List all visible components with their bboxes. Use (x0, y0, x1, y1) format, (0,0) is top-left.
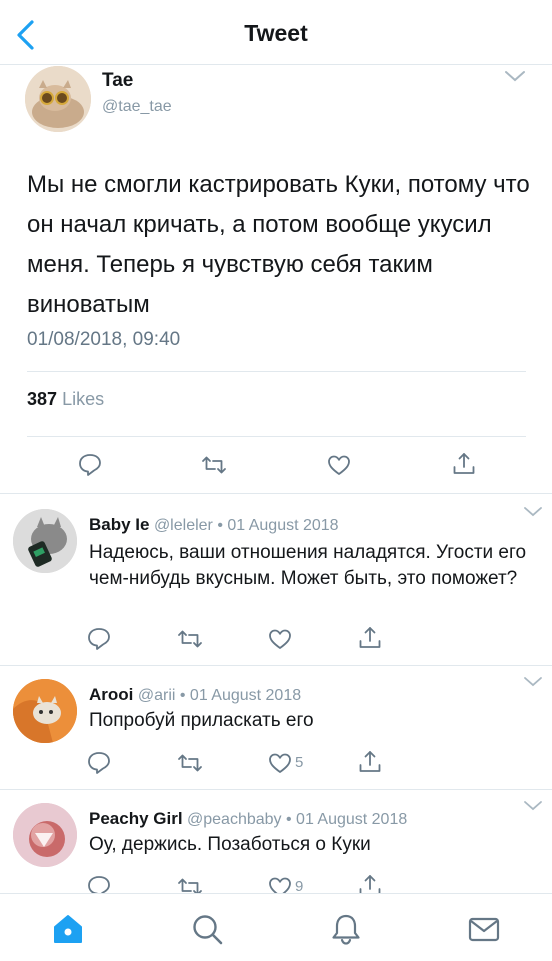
share-icon[interactable] (451, 451, 477, 477)
reply-icon[interactable] (77, 452, 103, 478)
notifications-icon[interactable] (329, 912, 363, 946)
top-bar: Tweet (0, 0, 552, 65)
cat-photo-image (13, 509, 77, 573)
search-icon[interactable] (190, 912, 224, 946)
divider (27, 436, 526, 437)
avatar[interactable] (25, 66, 91, 132)
reply-meta: @arii • 01 August 2018 (137, 687, 302, 704)
peach-photo-image (13, 803, 77, 867)
reply-text: Попробуй приласкать его (89, 710, 314, 731)
home-icon[interactable] (51, 912, 85, 946)
tab-bar (0, 893, 552, 961)
divider (0, 789, 552, 790)
cat-photo-image (25, 66, 91, 132)
chevron-down-icon[interactable] (523, 799, 543, 813)
share-icon[interactable] (357, 625, 383, 651)
tweet-timestamp: 01/08/2018, 09:40 (27, 329, 181, 350)
share-icon[interactable] (357, 749, 383, 775)
chevron-down-icon[interactable] (523, 505, 543, 519)
page-title: Tweet (244, 20, 308, 46)
reply-author-name[interactable]: Arooi (89, 685, 133, 704)
like-icon[interactable] (267, 750, 293, 776)
retweet-icon[interactable] (177, 626, 203, 652)
reply-text: Надеюсь, ваши отношения наладятся. Угост… (89, 542, 527, 589)
avatar[interactable] (13, 803, 77, 867)
reply-meta: @leleler • 01 August 2018 (153, 517, 339, 534)
likes-label: Likes (62, 389, 105, 409)
reply-author-name[interactable]: Peachy Girl (89, 809, 183, 828)
likes-number: 387 (27, 389, 58, 409)
author-name[interactable]: Tae (102, 70, 133, 92)
reply-author-name[interactable]: Baby Ie (89, 515, 149, 534)
cat-photo-image (13, 679, 77, 743)
messages-icon[interactable] (467, 912, 501, 946)
reply-text: Оу, держись. Позаботься о Куки (89, 834, 371, 855)
retweet-icon[interactable] (177, 750, 203, 776)
reply-header: Baby Ie @leleler • 01 August 2018 (89, 515, 339, 535)
reply-header: Peachy Girl @peachbaby • 01 August 2018 (89, 809, 407, 829)
tweet-text: Мы не смогли кастрировать Куки, потому ч… (27, 171, 530, 318)
divider (27, 371, 526, 372)
like-icon[interactable] (267, 626, 293, 652)
reply-icon[interactable] (86, 626, 112, 652)
chevron-down-icon[interactable] (504, 68, 526, 84)
reply-meta: @peachbaby • 01 August 2018 (187, 811, 408, 828)
reply-icon[interactable] (86, 750, 112, 776)
divider (0, 493, 552, 494)
like-count: 5 (295, 754, 304, 771)
avatar[interactable] (13, 679, 77, 743)
likes-count[interactable]: 387 Likes (27, 389, 104, 410)
author-handle[interactable]: @tae_tae (102, 98, 172, 116)
reply-header: Arooi @arii • 01 August 2018 (89, 685, 301, 705)
divider (0, 665, 552, 666)
retweet-icon[interactable] (201, 452, 227, 478)
avatar[interactable] (13, 509, 77, 573)
chevron-down-icon[interactable] (523, 675, 543, 689)
like-icon[interactable] (326, 452, 352, 478)
